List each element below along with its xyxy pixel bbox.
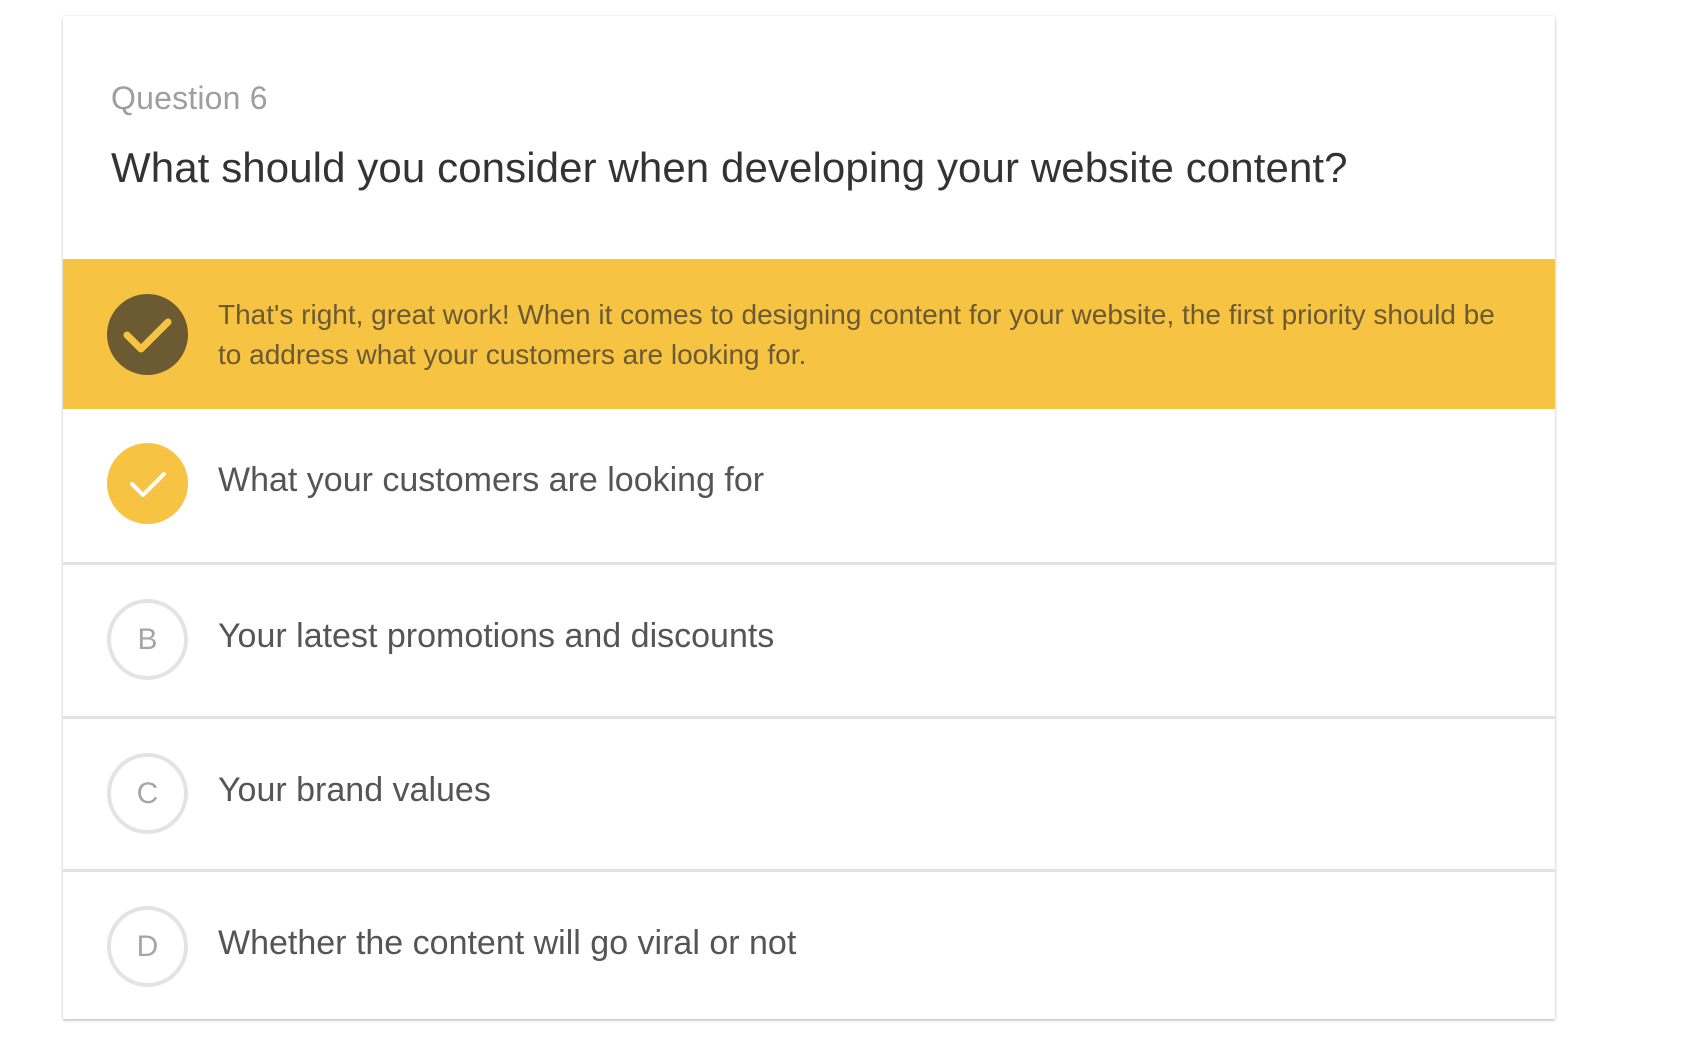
checkmark-icon — [107, 443, 188, 524]
answer-option-a[interactable]: What your customers are looking for — [63, 409, 1555, 562]
answer-letter-badge: B — [107, 599, 188, 680]
answer-label: What your customers are looking for — [218, 461, 765, 499]
answer-label: Your brand values — [218, 771, 491, 809]
feedback-banner: That's right, great work! When it comes … — [63, 259, 1555, 409]
question-title: What should you consider when developing… — [111, 144, 1348, 191]
quiz-card: Question 6 What should you consider when… — [63, 16, 1555, 1019]
answer-letter-badge: D — [107, 906, 188, 987]
question-header: Question 6 What should you consider when… — [63, 16, 1555, 259]
feedback-text: That's right, great work! When it comes … — [218, 299, 1495, 370]
checkmark-icon — [107, 294, 188, 375]
answer-option-c[interactable]: C Your brand values — [63, 716, 1555, 869]
answer-letter-badge: C — [107, 753, 188, 834]
answer-option-d[interactable]: D Whether the content will go viral or n… — [63, 869, 1555, 1019]
question-number: Question 6 — [111, 80, 268, 116]
answer-option-b[interactable]: B Your latest promotions and discounts — [63, 562, 1555, 715]
answer-label: Your latest promotions and discounts — [218, 617, 775, 655]
answer-label: Whether the content will go viral or not — [218, 924, 797, 962]
